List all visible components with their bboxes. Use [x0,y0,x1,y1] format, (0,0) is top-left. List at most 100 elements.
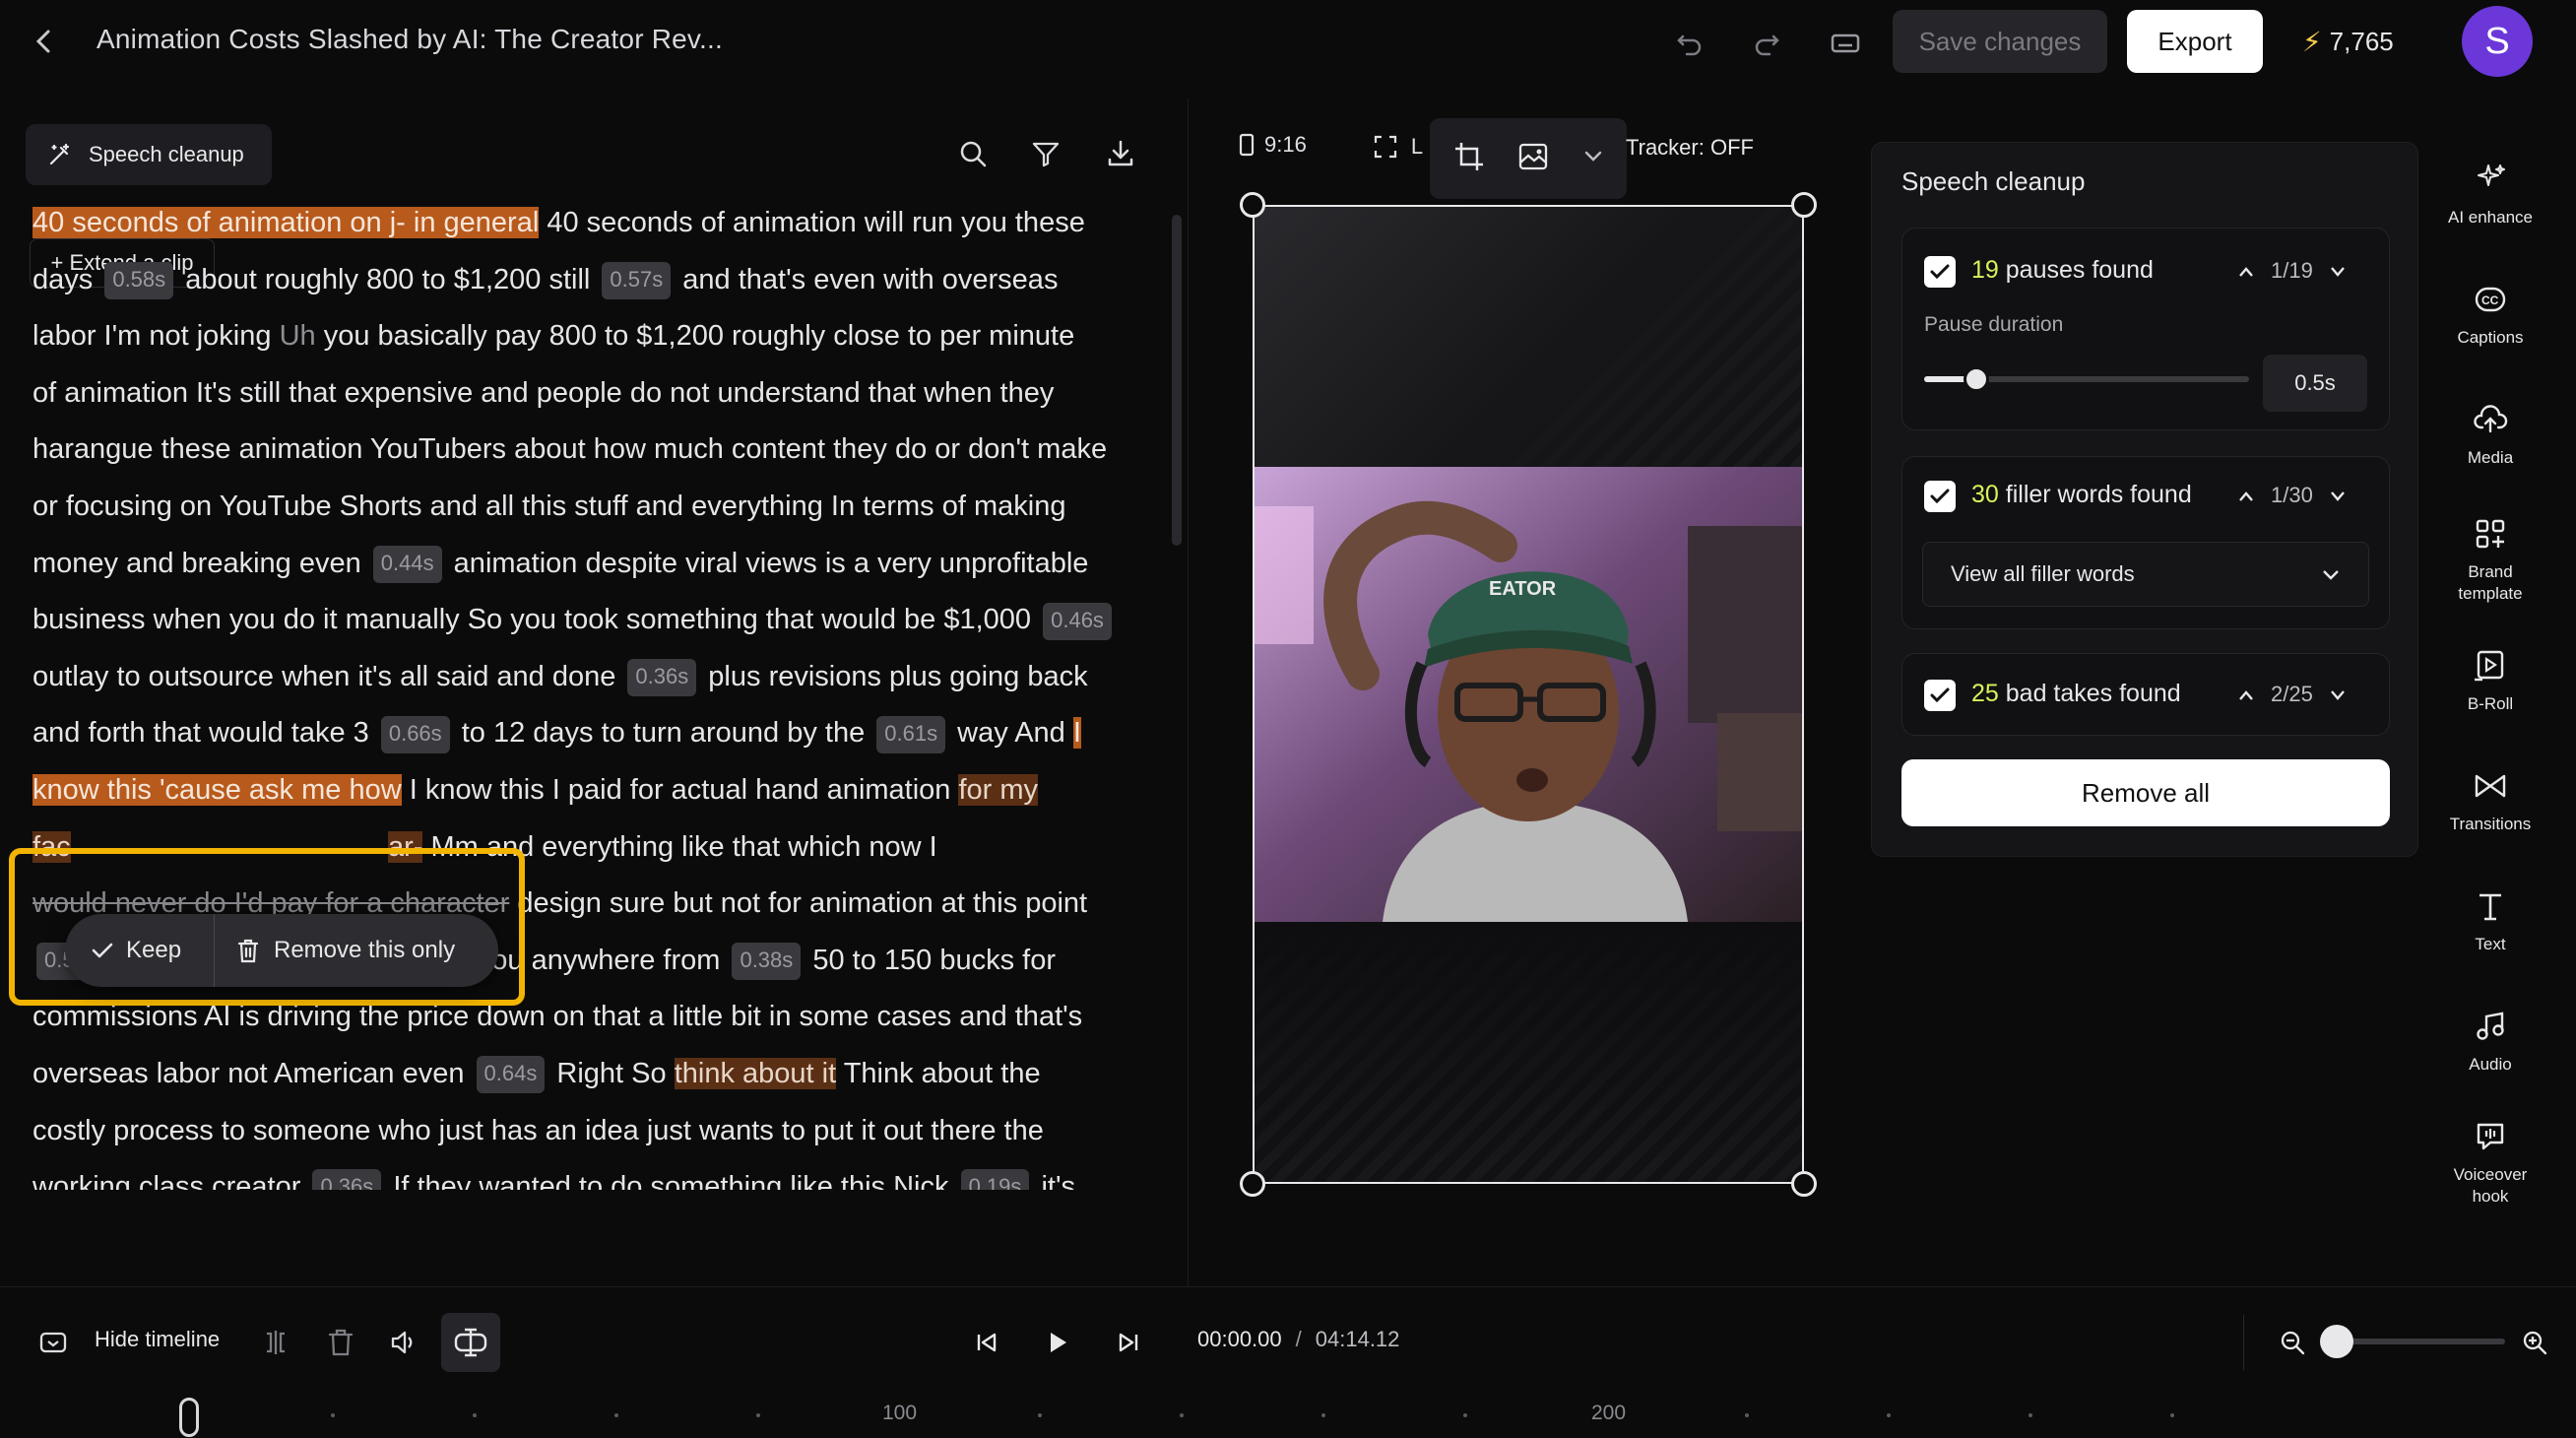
bad-take-segment[interactable]: 40 seconds of animation on j- in general [32,207,540,238]
play-button[interactable] [1036,1321,1079,1364]
transcript-word[interactable]: days [32,264,100,295]
transcript-line[interactable]: or focusing on YouTube Shorts and all th… [32,479,1155,536]
crop-options-dropdown[interactable] [1583,150,1603,168]
transcript-word[interactable]: it's [1033,1171,1075,1190]
pauses-checkbox[interactable] [1924,256,1956,288]
tracker-toggle[interactable]: Tracker: OFF [1626,135,1754,161]
transcript-word[interactable]: If they wanted to do something like this… [385,1171,956,1190]
pause-marker[interactable]: 0.36s [627,659,697,697]
captions-mode-button[interactable] [441,1313,500,1372]
download-transcript-button[interactable] [1099,132,1142,175]
transcript-word[interactable] [71,831,388,863]
bad-take-segment[interactable]: I [1072,717,1081,750]
pauses-prev-button[interactable] [2237,258,2255,284]
transcript-word[interactable]: outlay to outsource when it's all said a… [32,661,623,692]
bad-take-segment[interactable]: fac [32,830,71,863]
delete-button[interactable] [319,1321,362,1364]
transcript-word[interactable]: commissions AI is driving the price down… [32,1001,1082,1032]
transcript-line[interactable]: days 0.58s about roughly 800 to $1,200 s… [32,252,1155,309]
rail-captions[interactable]: CC Captions [2436,278,2544,349]
remove-this-only-button[interactable]: Remove this only [215,937,455,964]
pause-duration-slider-thumb[interactable] [1964,366,1989,392]
transcript-word[interactable]: business when you do it manually So you … [32,604,1039,635]
fullscreen-button[interactable] [1371,132,1400,162]
hide-timeline-label[interactable]: Hide timeline [95,1327,220,1352]
transcript-line[interactable]: labor I'm not joking Uh you basically pa… [32,308,1155,365]
transcript-word[interactable]: Right So [548,1058,674,1089]
volume-button[interactable] [382,1321,425,1364]
transcript-word[interactable]: 50 to 150 bucks for [805,945,1056,976]
pause-marker[interactable]: 0.57s [602,261,672,299]
hide-timeline-toggle[interactable] [32,1321,75,1364]
filler-word[interactable]: Uh [280,320,316,352]
transcript-word[interactable]: working class creator [32,1171,308,1190]
view-filler-words-dropdown[interactable]: View all filler words [1922,542,2369,607]
replace-media-button[interactable] [1517,141,1551,177]
transcript-word[interactable]: way And [949,717,1073,749]
rail-text[interactable]: Text [2436,884,2544,955]
transcript-line[interactable]: costly process to someone who just has a… [32,1103,1155,1160]
pause-marker[interactable]: 0.36s [312,1169,382,1190]
transcript-word[interactable]: and forth that would take 3 [32,717,377,749]
transcript-line[interactable]: harangue these animation YouTubers about… [32,422,1155,479]
resize-handle-top-right[interactable] [1791,192,1817,218]
pause-marker[interactable]: 0.19s [960,1169,1030,1190]
filler-words-checkbox[interactable] [1924,481,1956,512]
transcript-word[interactable]: I know this I paid for actual hand anima… [402,774,959,806]
speech-cleanup-button[interactable]: Speech cleanup [26,124,272,185]
save-changes-button[interactable]: Save changes [1893,10,2107,73]
transcript-line[interactable]: working class creator 0.36s If they want… [32,1159,1155,1190]
filler-prev-button[interactable] [2237,483,2255,508]
pause-duration-value[interactable]: 0.5s [2263,355,2367,412]
transcript-line[interactable]: money and breaking even 0.44s animation … [32,536,1155,593]
transcript-word[interactable]: and that's even with overseas [675,264,1058,295]
pause-marker[interactable]: 0.44s [372,545,442,583]
export-button[interactable]: Export [2127,10,2263,73]
split-button[interactable] [254,1321,297,1364]
search-button[interactable] [951,132,995,175]
resize-handle-bottom-right[interactable] [1791,1171,1817,1197]
pause-marker[interactable]: 0.66s [380,715,450,753]
project-title[interactable]: Animation Costs Slashed by AI: The Creat… [97,24,723,55]
transcript-word[interactable]: design sure but not for animation at thi… [509,887,1087,919]
transcript-word[interactable]: to 12 days to turn around by the [454,717,873,749]
resize-handle-top-left[interactable] [1240,192,1265,218]
transcript-word[interactable]: or focusing on YouTube Shorts and all th… [32,490,1065,522]
resize-handle-bottom-left[interactable] [1240,1171,1265,1197]
transcript-word[interactable]: harangue these animation YouTubers about… [32,433,1107,465]
rail-ai-enhance[interactable]: AI enhance [2436,158,2544,229]
transcript-word[interactable]: Mm and everything like that which now I [422,831,936,863]
transcript-line[interactable]: outlay to outsource when it's all said a… [32,649,1155,706]
transcript-line[interactable]: commissions AI is driving the price down… [32,989,1155,1046]
video-preview-frame[interactable]: EATOR [1253,205,1804,1184]
credits-balance[interactable]: ⚡ 7,765 [2302,26,2394,58]
transcript-word[interactable]: animation despite viral views is a very … [446,548,1089,579]
transcript-word[interactable]: labor I'm not joking [32,320,280,352]
pause-marker[interactable]: 0.61s [876,715,946,753]
zoom-out-button[interactable] [2271,1321,2314,1364]
transcript-line[interactable]: know this 'cause ask me how I know this … [32,762,1155,819]
transcript-word[interactable]: overseas labor not American even [32,1058,473,1089]
rail-audio[interactable]: Audio [2436,1005,2544,1076]
redo-button[interactable] [1745,22,1788,65]
bad-takes-next-button[interactable] [2329,682,2347,707]
keep-button[interactable]: Keep [65,914,215,987]
transcript-line[interactable]: and forth that would take 3 0.66s to 12 … [32,705,1155,762]
rail-media[interactable]: Media [2436,398,2544,469]
transcript-scrollbar[interactable] [1172,215,1182,546]
bad-takes-checkbox[interactable] [1924,680,1956,711]
keyboard-shortcuts-button[interactable] [1824,22,1867,65]
pause-marker[interactable]: 0.38s [732,943,802,981]
bad-takes-prev-button[interactable] [2237,682,2255,707]
rail-b-roll[interactable]: B-Roll [2436,644,2544,715]
zoom-in-button[interactable] [2513,1321,2556,1364]
pauses-next-button[interactable] [2329,258,2347,284]
timeline-zoom-thumb[interactable] [2320,1325,2353,1358]
filter-button[interactable] [1024,132,1067,175]
bad-take-segment[interactable]: for my [958,773,1039,806]
aspect-ratio-selector[interactable]: 9:16 [1239,132,1307,158]
filler-next-button[interactable] [2329,483,2347,508]
back-button[interactable] [26,22,61,61]
rail-voiceover-hook[interactable]: Voiceover hook [2436,1115,2544,1208]
transcript-text[interactable]: 40 seconds of animation on j- in general… [32,195,1155,1190]
